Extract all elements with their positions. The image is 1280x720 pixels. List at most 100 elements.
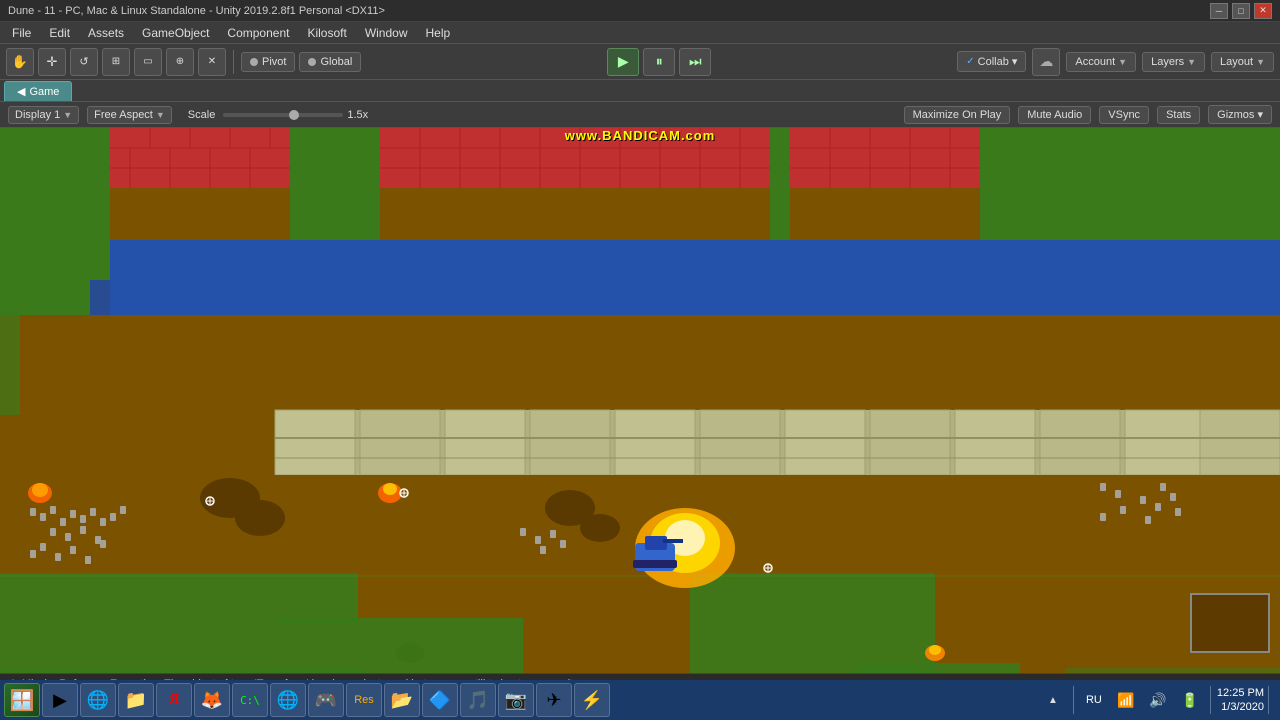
taskbar-clock[interactable]: 12:25 PM 1/3/2020 (1217, 686, 1264, 715)
account-arrow-icon: ▼ (1118, 57, 1127, 67)
taskbar-ie-button[interactable]: 🌐 (80, 683, 116, 717)
clock-date: 1/3/2020 (1217, 700, 1264, 714)
layers-arrow-icon: ▼ (1187, 57, 1196, 67)
stats-button[interactable]: Stats (1157, 106, 1200, 124)
tray-network-button[interactable]: 📶 (1112, 686, 1140, 714)
scale-text: Scale (188, 109, 216, 121)
global-label: Global (320, 56, 352, 68)
game-controls-right: Maximize On Play Mute Audio VSync Stats … (904, 105, 1272, 124)
taskbar-screenshot-button[interactable]: 📷 (498, 683, 534, 717)
tray-expand-button[interactable]: ▲ (1039, 686, 1067, 714)
aspect-arrow-icon: ▼ (156, 110, 165, 120)
taskbar-folder-button[interactable]: 📂 (384, 683, 420, 717)
taskbar: 🪟 ▶ 🌐 📁 Я 🦊 C:\ 🌐 🎮 Res 📂 🔷 🎵 📷 ✈ ⚡ ▲ RU… (0, 680, 1280, 720)
display-label: Display 1 (15, 109, 60, 121)
taskbar-telegram-button[interactable]: ✈ (536, 683, 572, 717)
taskbar-unity-button[interactable]: 🔷 (422, 683, 458, 717)
maximize-button[interactable]: □ (1232, 3, 1250, 19)
play-controls: ▶ ⏸ ⏭ (365, 48, 953, 76)
taskbar-explorer-button[interactable]: 📁 (118, 683, 154, 717)
tray-battery-button[interactable]: 🔋 (1176, 686, 1204, 714)
game-tab[interactable]: ◀ Game (4, 81, 72, 101)
display-dropdown[interactable]: Display 1 ▼ (8, 106, 79, 124)
pivot-toggle[interactable]: Pivot (241, 52, 295, 72)
hand-tool-button[interactable]: ✋ (6, 48, 34, 76)
tray-speaker-button[interactable]: 🔊 (1144, 686, 1172, 714)
layers-label: Layers (1151, 56, 1184, 68)
taskbar-audio-button[interactable]: 🎵 (460, 683, 496, 717)
custom-tool-button[interactable]: ✕ (198, 48, 226, 76)
menu-bar: File Edit Assets GameObject Component Ki… (0, 22, 1280, 44)
layers-dropdown[interactable]: Layers ▼ (1142, 52, 1205, 72)
window-controls: ─ □ ✕ (1210, 3, 1272, 19)
taskbar-vs-button[interactable]: ⚡ (574, 683, 610, 717)
move-tool-button[interactable]: ✛ (38, 48, 66, 76)
layout-label: Layout (1220, 56, 1253, 68)
layout-dropdown[interactable]: Layout ▼ (1211, 52, 1274, 72)
taskbar-terminal-button[interactable]: C:\ (232, 683, 268, 717)
taskbar-chrome-button[interactable]: 🌐 (270, 683, 306, 717)
aspect-label: Free Aspect (94, 109, 153, 121)
pause-button[interactable]: ⏸ (643, 48, 675, 76)
taskbar-media-button[interactable]: ▶ (42, 683, 78, 717)
close-button[interactable]: ✕ (1254, 3, 1272, 19)
taskbar-clock-sep (1210, 686, 1211, 714)
menu-edit[interactable]: Edit (41, 24, 78, 42)
scale-slider-container: 1.5x (223, 109, 368, 121)
transform-tool-button[interactable]: ⊕ (166, 48, 194, 76)
rotate-tool-button[interactable]: ↺ (70, 48, 98, 76)
tray-language-button[interactable]: RU (1080, 686, 1108, 714)
menu-kilosoft[interactable]: Kilosoft (299, 24, 354, 42)
step-button[interactable]: ⏭ (679, 48, 711, 76)
app-title: Dune - 11 - PC, Mac & Linux Standalone -… (8, 5, 385, 17)
account-dropdown[interactable]: Account ▼ (1066, 52, 1136, 72)
taskbar-game-button[interactable]: 🎮 (308, 683, 344, 717)
collab-dropdown[interactable]: ✓ Collab ▾ (957, 51, 1026, 72)
menu-assets[interactable]: Assets (80, 24, 132, 42)
collab-label: Collab ▾ (978, 55, 1018, 68)
menu-file[interactable]: File (4, 24, 39, 42)
menu-component[interactable]: Component (219, 24, 297, 42)
start-button[interactable]: 🪟 (4, 683, 40, 717)
taskbar-tray-sep (1073, 686, 1074, 714)
game-viewport: www.BANDICAM.com (0, 128, 1280, 673)
tab-bar: ◀ Game (0, 80, 1280, 102)
taskbar-firefox-button[interactable]: 🦊 (194, 683, 230, 717)
taskbar-res-button[interactable]: Res (346, 683, 382, 717)
title-bar: Dune - 11 - PC, Mac & Linux Standalone -… (0, 0, 1280, 22)
game-tab-label: Game (29, 86, 59, 98)
collab-check-icon: ✓ (966, 56, 974, 67)
play-button[interactable]: ▶ (607, 48, 639, 76)
clock-time: 12:25 PM (1217, 686, 1264, 700)
scale-tool-button[interactable]: ⊞ (102, 48, 130, 76)
pivot-label: Pivot (262, 56, 286, 68)
mute-audio-button[interactable]: Mute Audio (1018, 106, 1091, 124)
cloud-button[interactable]: ☁ (1032, 48, 1060, 76)
scale-slider[interactable] (223, 113, 343, 117)
show-desktop-button[interactable] (1268, 686, 1276, 714)
toolbar-sep-1 (233, 50, 234, 74)
rect-tool-button[interactable]: ▭ (134, 48, 162, 76)
aspect-dropdown[interactable]: Free Aspect ▼ (87, 106, 172, 124)
display-arrow-icon: ▼ (63, 110, 72, 120)
taskbar-tray: ▲ RU 📶 🔊 🔋 12:25 PM 1/3/2020 (1039, 686, 1276, 715)
maximize-on-play-button[interactable]: Maximize On Play (904, 106, 1011, 124)
taskbar-yandex-button[interactable]: Я (156, 683, 192, 717)
scale-slider-thumb (289, 110, 299, 120)
start-icon: 🪟 (10, 688, 35, 713)
main-toolbar: ✋ ✛ ↺ ⊞ ▭ ⊕ ✕ Pivot Global ▶ ⏸ ⏭ ✓ Colla… (0, 44, 1280, 80)
vsync-button[interactable]: VSync (1099, 106, 1149, 124)
scale-value: 1.5x (347, 109, 368, 121)
menu-help[interactable]: Help (418, 24, 459, 42)
account-label: Account (1075, 56, 1115, 68)
gizmos-dropdown[interactable]: Gizmos ▾ (1208, 105, 1272, 124)
game-tab-icon: ◀ (17, 85, 25, 98)
game-controls-bar: Display 1 ▼ Free Aspect ▼ Scale 1.5x Max… (0, 102, 1280, 128)
menu-gameobject[interactable]: GameObject (134, 24, 217, 42)
layout-arrow-icon: ▼ (1256, 57, 1265, 67)
menu-window[interactable]: Window (357, 24, 416, 42)
global-toggle[interactable]: Global (299, 52, 361, 72)
minimize-button[interactable]: ─ (1210, 3, 1228, 19)
game-scene (0, 128, 1280, 673)
minimap (1190, 593, 1270, 653)
